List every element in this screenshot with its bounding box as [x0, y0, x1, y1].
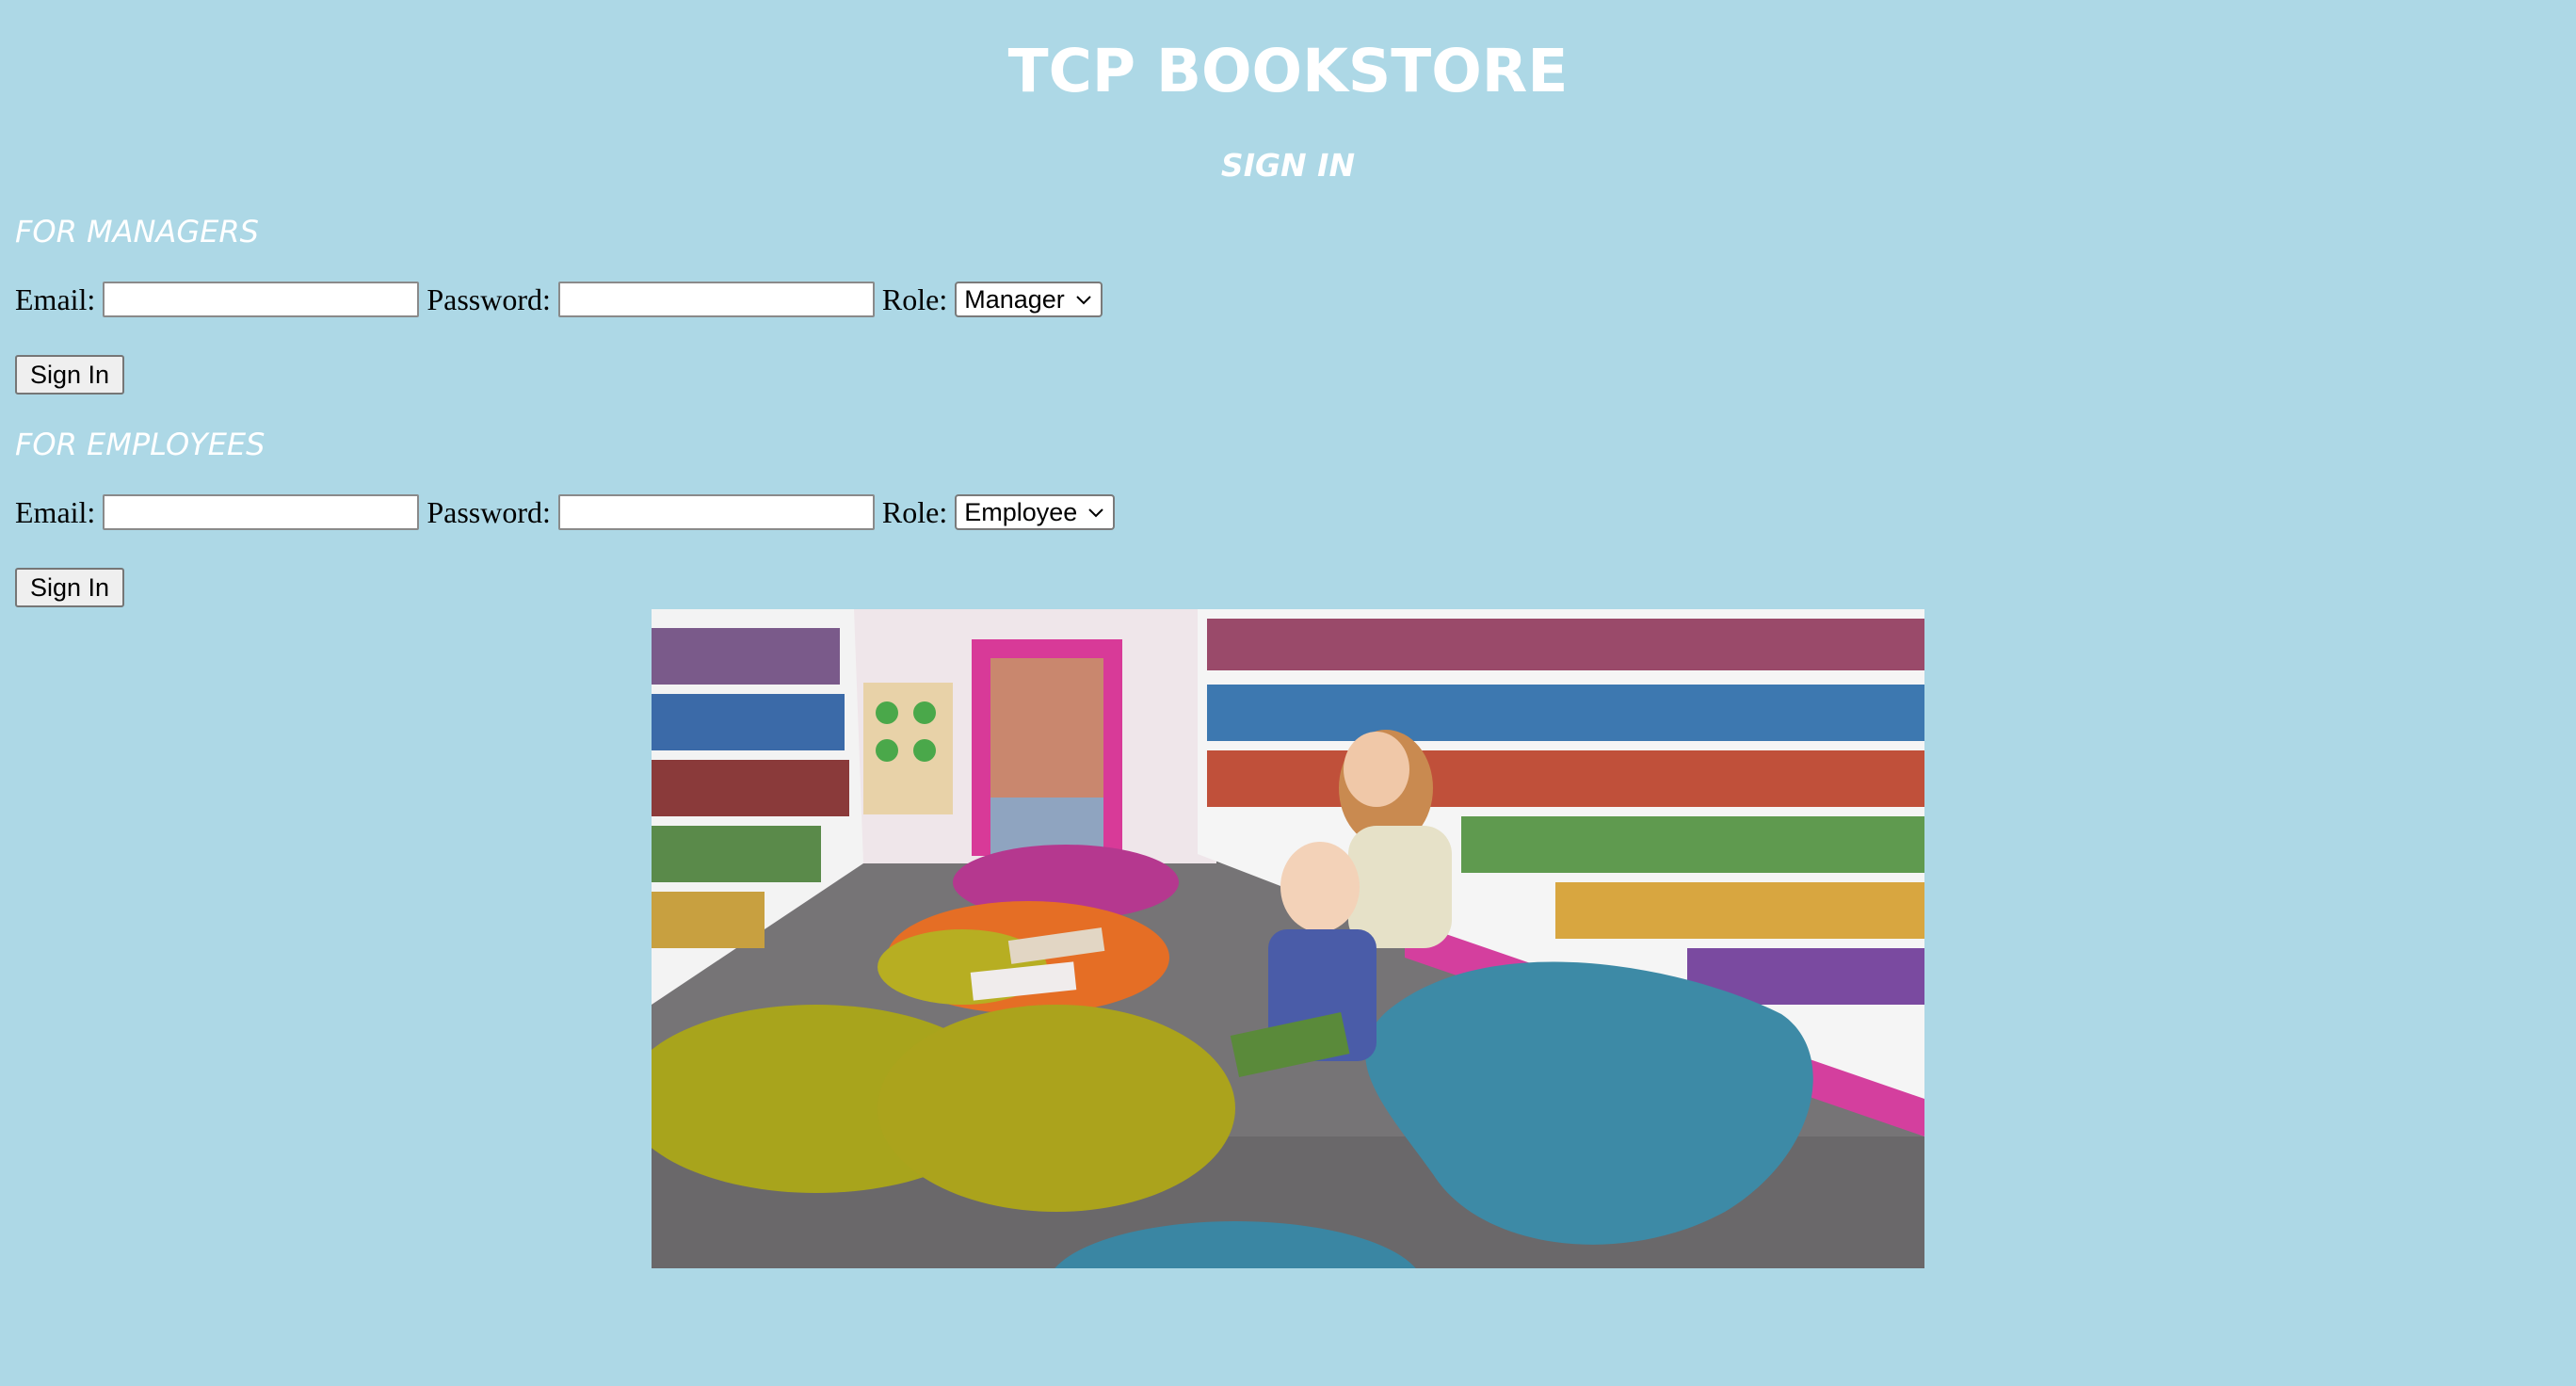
managers-role-value: Manager	[964, 284, 1065, 314]
employees-heading: FOR EMPLOYEES	[15, 427, 266, 462]
employees-role-select[interactable]: Employee	[955, 494, 1116, 530]
managers-role-label: Role:	[881, 282, 948, 316]
sign-in-page: TCP BOOKSTORE SIGN IN FOR MANAGERS Email…	[0, 0, 2576, 1386]
chevron-down-icon	[1076, 296, 1091, 305]
employees-role-value: Employee	[964, 497, 1078, 526]
managers-heading: FOR MANAGERS	[15, 214, 259, 250]
managers-form-row: Email: Password: Role: Manager	[15, 278, 1103, 321]
page-subtitle: SIGN IN	[1220, 147, 1356, 184]
managers-password-input[interactable]	[557, 282, 875, 317]
employees-sign-in-button[interactable]: Sign In	[15, 568, 125, 607]
employees-email-label: Email:	[15, 494, 96, 529]
managers-email-input[interactable]	[103, 282, 420, 317]
managers-email-label: Email:	[15, 282, 96, 316]
managers-role-select[interactable]: Manager	[955, 282, 1103, 317]
chevron-down-icon	[1088, 508, 1103, 518]
employees-email-input[interactable]	[103, 494, 420, 530]
page-title: TCP BOOKSTORE	[1007, 37, 1569, 105]
employees-password-label: Password:	[427, 494, 551, 529]
managers-sign-in-button[interactable]: Sign In	[15, 355, 125, 395]
employees-form-row: Email: Password: Role: Employee	[15, 491, 1116, 534]
employees-role-label: Role:	[881, 494, 948, 529]
bookstore-photo-illustration	[652, 609, 1924, 1268]
bookstore-photo	[652, 609, 1924, 1268]
employees-password-input[interactable]	[557, 494, 875, 530]
managers-password-label: Password:	[427, 282, 551, 316]
